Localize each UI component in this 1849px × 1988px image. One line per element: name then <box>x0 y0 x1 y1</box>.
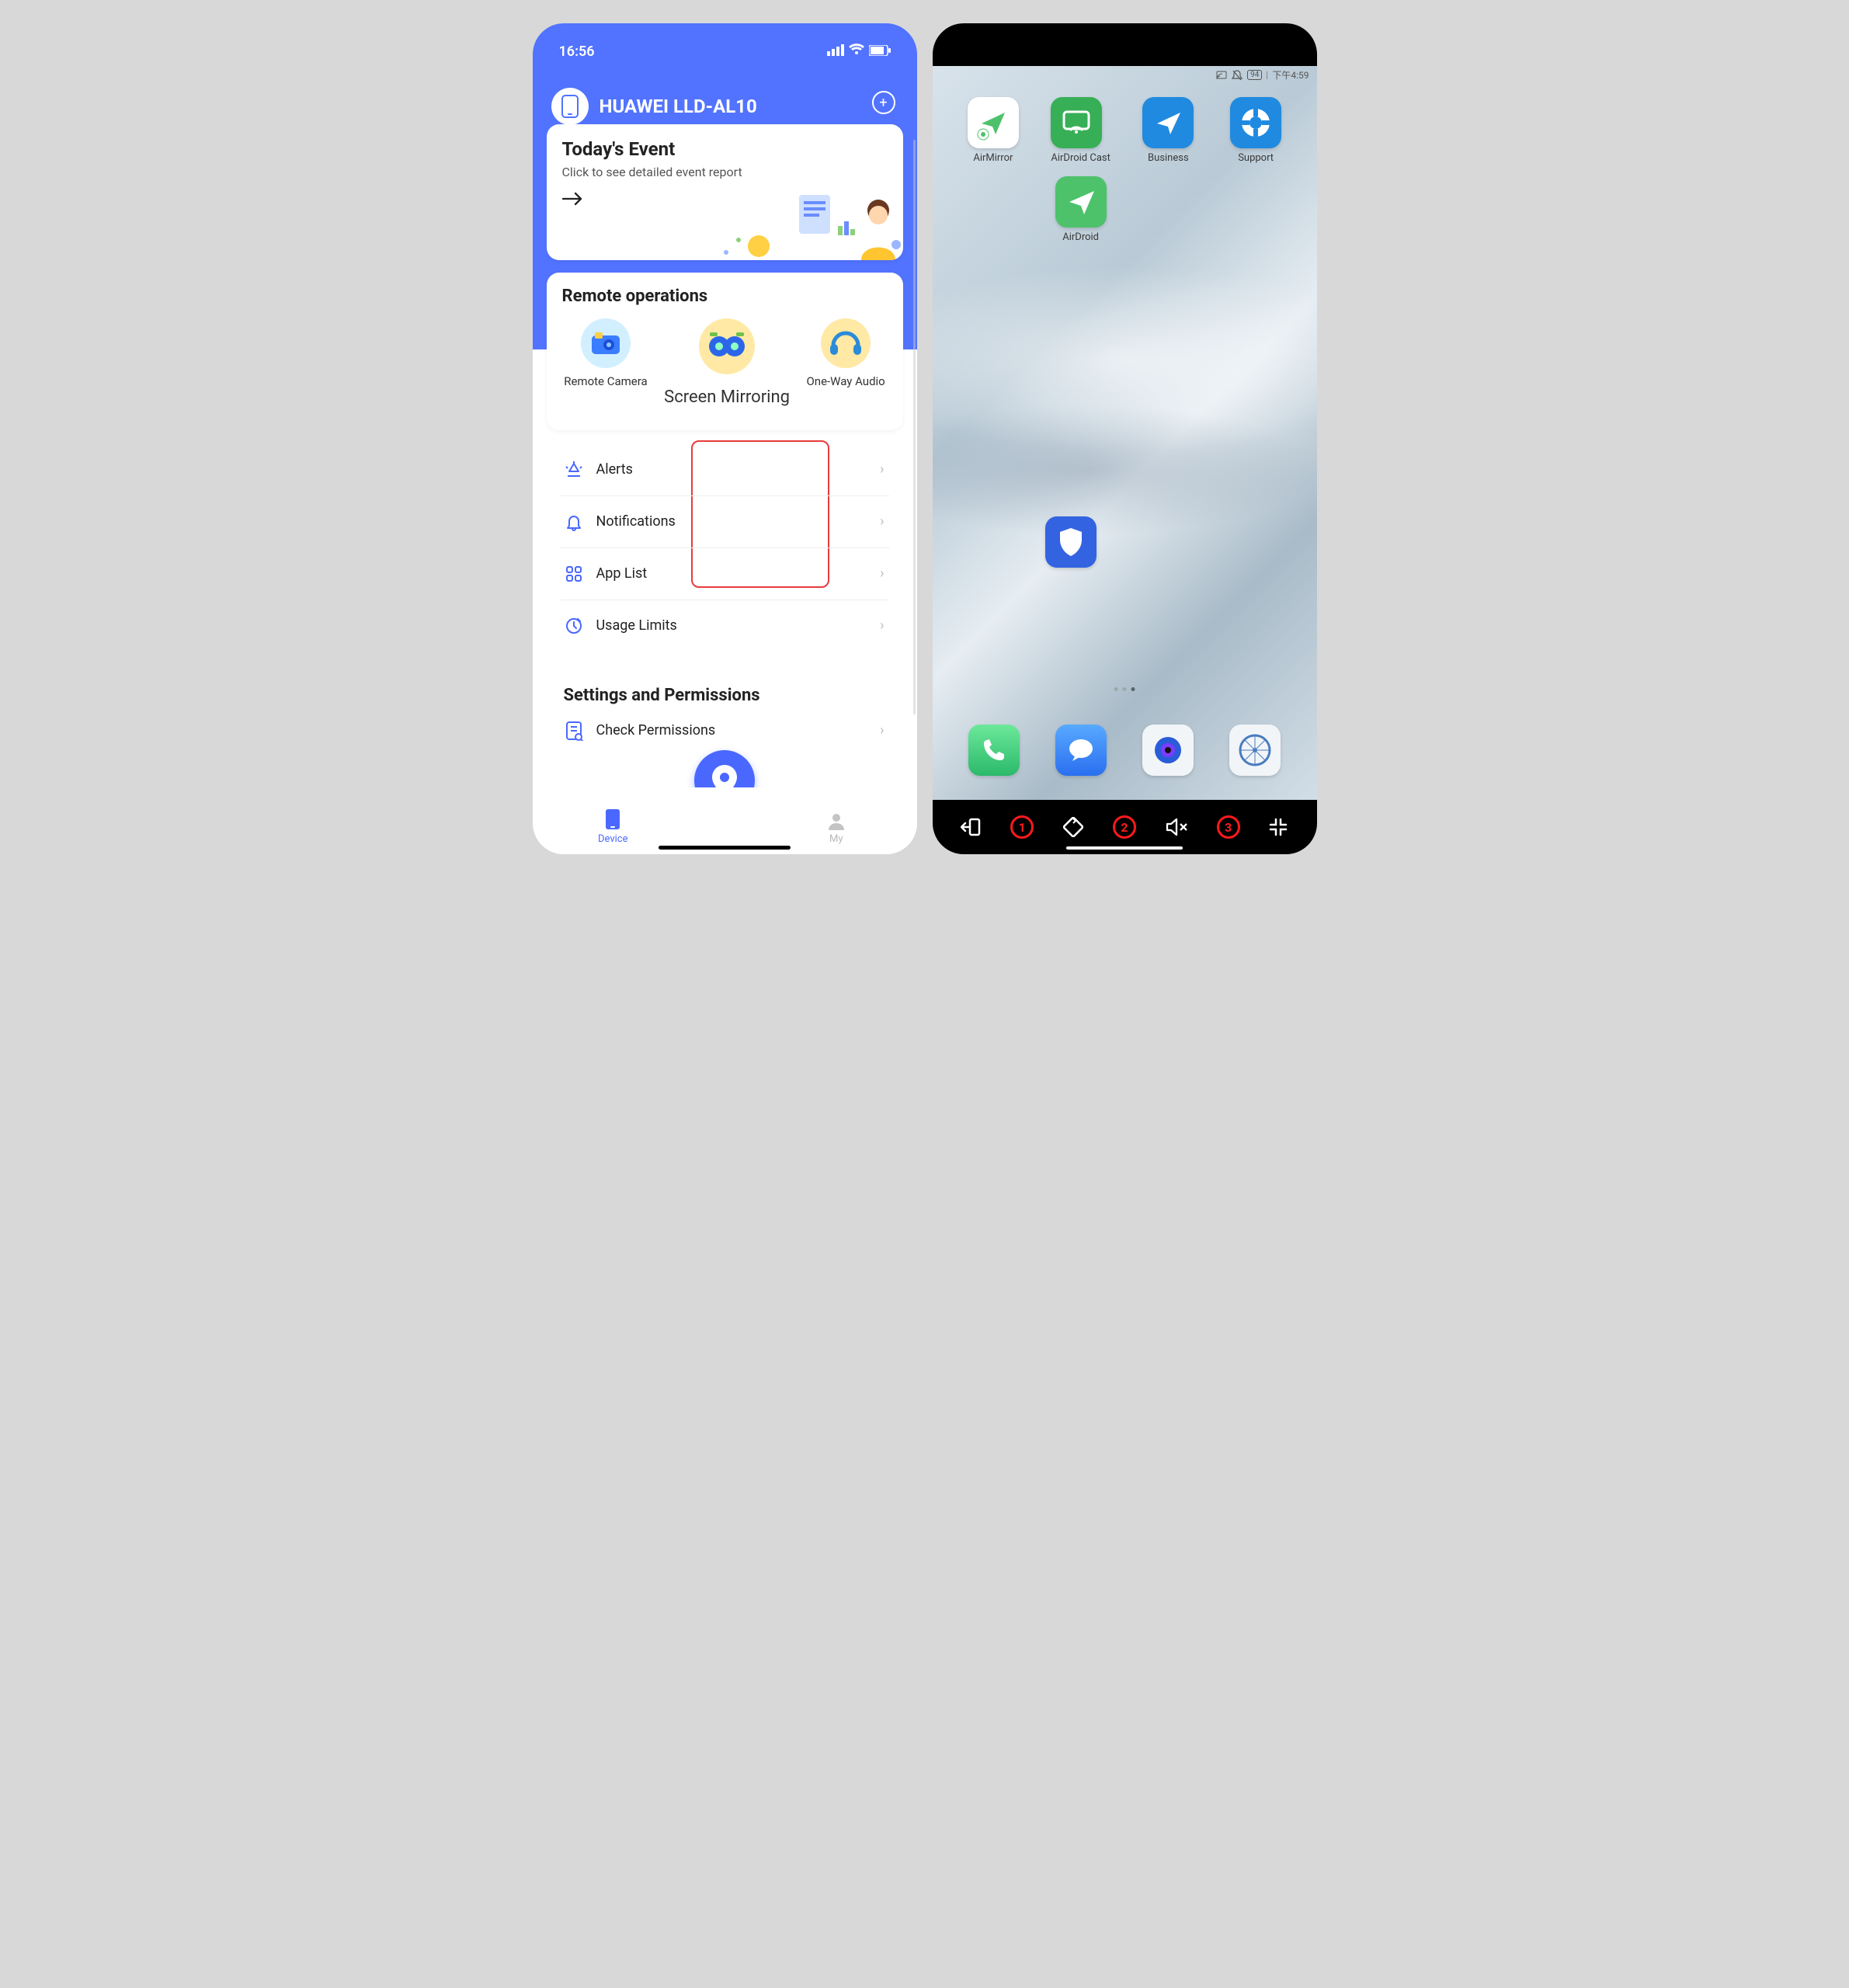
chevron-right-icon: › <box>880 461 884 478</box>
permissions-icon <box>564 721 584 741</box>
dock-phone[interactable] <box>968 725 1020 780</box>
dock <box>933 725 1317 780</box>
status-time: 下午4:59 <box>1272 68 1309 82</box>
wifi-icon <box>849 43 864 60</box>
app-airmirror[interactable]: AirMirror <box>968 97 1019 164</box>
phone-left-airdroid-app: 16:56 HUAWEI LLD-AL10 + Today' <box>533 23 917 854</box>
annotation-2: 2 <box>1113 815 1136 839</box>
battery-level: 94 <box>1247 70 1262 80</box>
app-label: AirMirror <box>973 152 1013 164</box>
dock-camera[interactable] <box>1142 725 1194 780</box>
device-selector-icon[interactable] <box>551 88 589 125</box>
app-list-label: App List <box>596 565 648 582</box>
remote-section-title: Remote operations <box>556 287 894 306</box>
status-bar: 16:56 <box>551 39 898 64</box>
tab-device[interactable]: Device <box>533 787 694 854</box>
screen-mirroring-label: Screen Mirroring <box>664 387 790 408</box>
bell-icon <box>564 512 584 532</box>
chevron-right-icon: › <box>880 617 884 634</box>
settings-section-title: Settings and Permissions <box>564 686 889 705</box>
app-airdroid-cast[interactable]: AirDroid Cast <box>1051 97 1110 164</box>
status-time: 16:56 <box>559 43 595 60</box>
app-label: AirDroid <box>1062 231 1099 243</box>
app-support[interactable]: Support <box>1230 97 1281 164</box>
app-security[interactable] <box>1045 516 1097 572</box>
app-label: Support <box>1238 152 1274 164</box>
add-device-button[interactable]: + <box>872 91 895 114</box>
device-name[interactable]: HUAWEI LLD-AL10 <box>600 96 757 117</box>
app-business[interactable]: Business <box>1142 97 1194 164</box>
mute-icon <box>1232 70 1243 81</box>
alerts-row[interactable]: Alerts › <box>561 444 889 496</box>
annotation-3: 3 <box>1217 815 1240 839</box>
event-illustration <box>717 190 903 260</box>
tab-my[interactable]: My <box>756 787 917 854</box>
tab-my-label: My <box>829 833 843 845</box>
app-list-row[interactable]: App List › <box>561 548 889 600</box>
alerts-icon <box>564 460 584 480</box>
notifications-label: Notifications <box>596 513 676 530</box>
android-status-bar: 94 下午4:59 <box>1216 68 1309 82</box>
chevron-right-icon: › <box>880 722 884 739</box>
app-label: AirDroid Cast <box>1051 152 1110 164</box>
usage-limits-row[interactable]: Usage Limits › <box>561 600 889 652</box>
notifications-row[interactable]: Notifications › <box>561 496 889 548</box>
remote-camera-label: Remote Camera <box>564 374 647 388</box>
chevron-right-icon: › <box>880 513 884 530</box>
event-title: Today's Event <box>562 138 888 160</box>
rotate-icon[interactable] <box>1063 817 1083 837</box>
check-permissions-row[interactable]: Check Permissions › <box>561 705 889 756</box>
chevron-right-icon: › <box>880 565 884 582</box>
cast-icon <box>1216 71 1227 80</box>
bottom-tab-bar: Device My <box>533 787 917 854</box>
usage-limits-label: Usage Limits <box>596 617 677 634</box>
home-indicator[interactable] <box>1066 846 1183 850</box>
dock-messages[interactable] <box>1055 725 1107 780</box>
exit-icon[interactable] <box>961 818 981 836</box>
annotation-1: 1 <box>1010 815 1034 839</box>
home-indicator[interactable] <box>659 846 791 850</box>
scrollbar[interactable] <box>913 140 916 714</box>
grid-icon <box>564 564 584 584</box>
cell-signal-icon <box>827 43 844 60</box>
one-way-audio-label: One-Way Audio <box>806 374 885 388</box>
minimize-icon[interactable] <box>1269 818 1288 836</box>
clock-icon <box>564 616 584 636</box>
tab-device-label: Device <box>598 833 628 845</box>
todays-event-card[interactable]: Today's Event Click to see detailed even… <box>547 124 903 260</box>
battery-icon <box>869 43 891 60</box>
check-permissions-label: Check Permissions <box>596 722 716 739</box>
phone-right-mirrored-screen: 94 下午4:59 AirMirror AirDroid Cast Busine… <box>933 23 1317 854</box>
page-indicator <box>1114 687 1135 691</box>
dock-settings[interactable] <box>1229 725 1281 780</box>
app-airdroid[interactable]: AirDroid <box>1055 176 1107 243</box>
app-label: Business <box>1148 152 1189 164</box>
remote-camera-button[interactable]: Remote Camera <box>564 318 647 408</box>
screen-mirroring-button[interactable]: Screen Mirroring <box>664 318 790 408</box>
speaker-mute-icon[interactable] <box>1166 818 1187 836</box>
one-way-audio-button[interactable]: One-Way Audio <box>806 318 885 408</box>
alerts-label: Alerts <box>596 461 633 478</box>
event-subtitle: Click to see detailed event report <box>562 165 888 179</box>
remote-operations-card: Remote operations Remote Camera Screen M… <box>547 273 903 430</box>
